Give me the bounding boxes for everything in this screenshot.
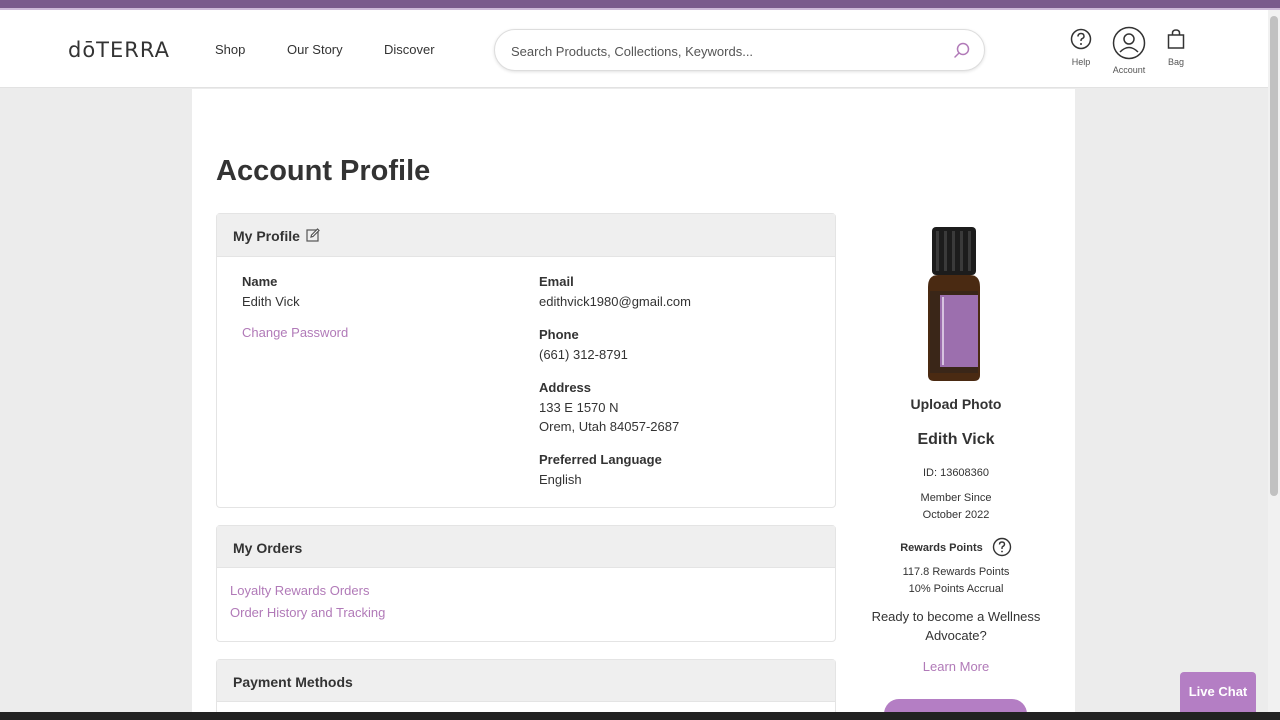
rewards-points-value: 117.8 Rewards Points [902,566,1010,578]
email-value: edithvick1980@gmail.com [539,294,691,309]
bag-label: Bag [1167,57,1184,67]
profile-photo-lavender-bottle[interactable] [922,225,986,385]
live-chat-button[interactable]: Live Chat [1180,672,1256,712]
my-profile-card: My Profile Name Edith Vick Change Passwo… [216,213,836,508]
account-button[interactable]: Account [1110,26,1148,75]
address-line1: 133 E 1570 N [539,400,619,415]
account-label: Account [1112,65,1146,75]
bag-button[interactable]: Bag [1164,28,1188,67]
help-icon [1070,28,1092,50]
loyalty-rewards-orders-link[interactable]: Loyalty Rewards Orders [230,583,369,598]
rewards-points-row: Rewards Points [852,537,1060,557]
wellness-advocate-prompt: Ready to become a Wellness Advocate? [871,609,1041,643]
edit-profile-icon[interactable] [306,228,320,242]
member-since-label: Member Since [920,492,992,504]
help-button[interactable]: Help [1067,28,1095,67]
rewards-help-icon[interactable] [992,537,1012,557]
name-label: Name [242,274,278,289]
my-orders-heading: My Orders [217,526,835,568]
site-header: dōTERRA Shop Our Story Discover Help Acc… [0,10,1268,88]
learn-more-link[interactable]: Learn More [852,659,1060,674]
change-password-link[interactable]: Change Password [242,325,348,340]
bag-icon [1167,29,1185,49]
top-accent-stripe [0,0,1280,10]
phone-label: Phone [539,327,579,342]
my-profile-header: My Profile [217,214,835,257]
nav-our-story[interactable]: Our Story [287,42,343,57]
member-since-date: October 2022 [922,509,990,521]
language-value: English [539,472,582,487]
scrollbar-thumb[interactable] [1270,16,1278,496]
payment-methods-heading: Payment Methods [217,660,835,702]
help-label: Help [1071,57,1091,67]
language-label: Preferred Language [539,452,662,467]
sidebar-user-name: Edith Vick [917,431,995,448]
doterra-logo[interactable]: dōTERRA [68,38,170,62]
phone-value: (661) 312-8791 [539,347,628,362]
address-label: Address [539,380,592,395]
upload-photo-button[interactable]: Upload Photo [852,396,1060,412]
rewards-points-label: Rewards Points [900,542,983,554]
search-input[interactable] [511,41,941,61]
account-content: Account Profile My Profile Name Edith Vi… [192,89,1075,720]
address-line2: Orem, Utah 84057-2687 [539,419,680,434]
order-history-link[interactable]: Order History and Tracking [230,605,385,620]
member-id: ID: 13608360 [922,467,990,479]
nav-shop[interactable]: Shop [215,42,245,57]
nav-discover[interactable]: Discover [384,42,435,57]
screen-bottom-edge [0,712,1280,720]
account-icon [1112,26,1146,60]
name-value: Edith Vick [242,294,300,309]
email-label: Email [539,274,574,289]
my-profile-heading: My Profile [233,228,300,244]
search-bar [494,29,985,71]
page-scrollbar[interactable] [1268,10,1280,712]
rewards-accrual: 10% Points Accrual [908,583,1004,595]
search-icon[interactable] [952,41,972,61]
my-orders-card: My Orders Loyalty Rewards Orders Order H… [216,525,836,642]
page-title: Account Profile [216,155,431,187]
payment-methods-card: Payment Methods [216,659,836,719]
